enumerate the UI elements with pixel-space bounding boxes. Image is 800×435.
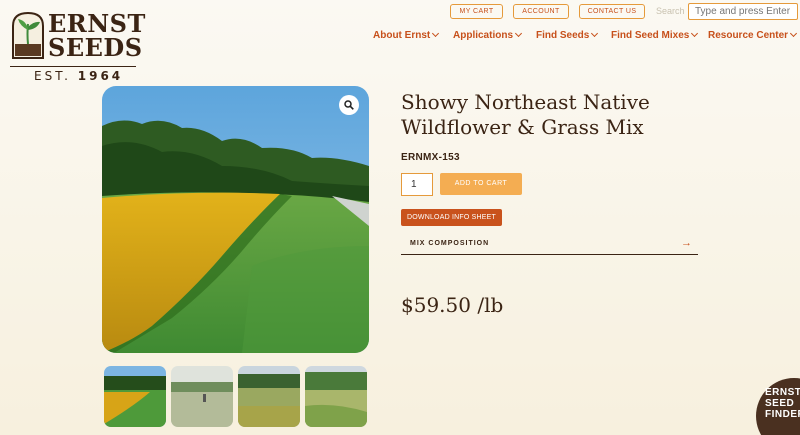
logo-wordmark: ERNST SEEDS [48,12,146,60]
product-sku: ERNMX-153 [401,152,460,163]
mix-composition-label: MIX COMPOSITION [410,240,490,247]
nav-applications[interactable]: Applications [453,29,523,41]
contact-us-button[interactable]: CONTACT US [579,4,645,19]
product-thumbnail-4[interactable] [305,366,367,427]
seed-finder-line-1: ERNST [765,387,800,398]
site-header: ERNST SEEDS EST. 1964 MY CART ACCOUNT CO… [0,0,800,83]
nav-label: About Ernst [373,30,431,41]
nav-resource-center[interactable]: Resource Center [708,29,798,41]
logo-established: EST. 1964 [34,69,123,83]
my-cart-button[interactable]: MY CART [450,4,503,19]
zoom-button[interactable] [339,95,359,115]
account-button[interactable]: ACCOUNT [513,4,569,19]
product-price: $59.50 /lb [401,293,504,317]
seed-finder-badge[interactable]: ERNST SEED FINDER [756,378,800,435]
product-thumbnail-3[interactable] [238,366,300,427]
add-to-cart-button[interactable]: ADD TO CART [440,173,522,195]
chevron-down-icon [514,29,523,38]
arrow-right-icon: → [681,237,692,249]
search-input[interactable] [688,3,798,20]
logo-divider [10,66,136,67]
magnifier-icon [344,100,354,110]
est-prefix: EST. [34,69,71,83]
mix-composition-toggle[interactable]: MIX COMPOSITION → [401,234,698,255]
nav-about-ernst[interactable]: About Ernst [373,29,440,41]
nav-find-seeds[interactable]: Find Seeds [536,29,599,41]
product-thumbnail-1[interactable] [104,366,166,427]
product-main-image[interactable] [102,86,369,353]
chevron-down-icon [789,29,798,38]
chevron-down-icon [591,29,599,38]
product-thumbnail-2[interactable] [171,366,233,427]
quantity-input[interactable] [401,173,433,196]
product-title: Showy Northeast Native Wildflower & Gras… [401,90,701,140]
nav-label: Applications [453,30,514,41]
logo-line-2: SEEDS [48,33,143,62]
seed-finder-line-3: FINDER [765,409,800,420]
chevron-down-icon [691,29,699,38]
nav-find-seed-mixes[interactable]: Find Seed Mixes [611,29,699,41]
ernst-seeds-logo[interactable]: ERNST SEEDS EST. 1964 [6,6,145,83]
chevron-down-icon [432,29,440,38]
download-info-sheet-button[interactable]: DOWNLOAD INFO SHEET [401,209,502,226]
search-label: Search [656,6,685,16]
product-title-line-1: Showy Northeast Native [401,90,650,114]
nav-label: Resource Center [708,30,789,41]
nav-label: Find Seed Mixes [611,30,690,41]
seed-finder-line-2: SEED [765,398,795,409]
product-title-line-2: Wildflower & Grass Mix [401,115,644,139]
est-year: 1964 [77,69,124,83]
nav-label: Find Seeds [536,30,590,41]
logo-sprout-icon [12,11,44,59]
